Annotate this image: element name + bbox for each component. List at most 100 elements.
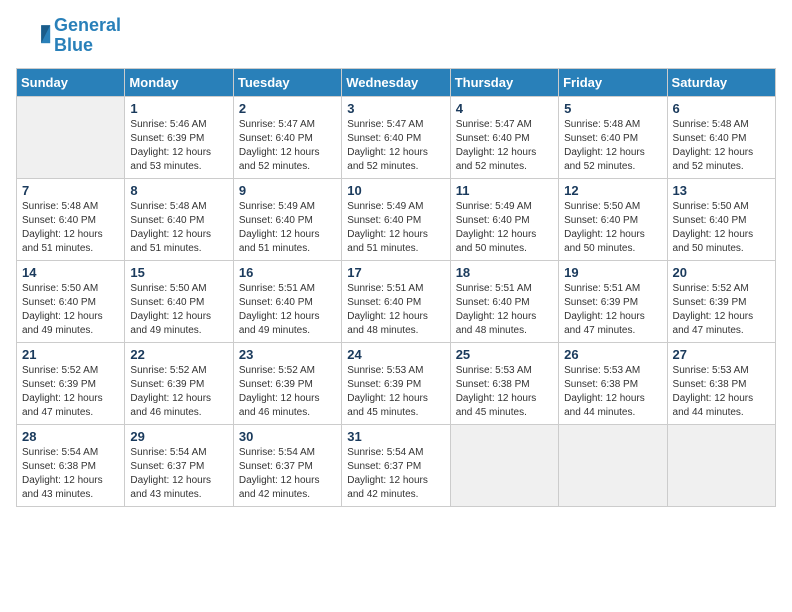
cell-details: Sunrise: 5:51 AMSunset: 6:40 PMDaylight:… [239, 282, 336, 338]
calendar-cell: 15Sunrise: 5:50 AMSunset: 6:40 PMDayligh… [125, 260, 233, 342]
calendar-cell: 3 Sunrise: 5:47 AMSunset: 6:40 PMDaylight… [342, 96, 450, 178]
day-number: 6 [673, 101, 770, 116]
header-saturday: Saturday [667, 68, 775, 96]
calendar-cell: 31 Sunrise: 5:54 AMSunset: 6:37 PMDayligh… [342, 424, 450, 506]
calendar-cell: 4 Sunrise: 5:47 AMSunset: 6:40 PMDaylight… [450, 96, 558, 178]
cell-details: Sunrise: 5:48 AMSunset: 6:40 PMDaylight:… [22, 200, 119, 256]
header-sunday: Sunday [17, 68, 125, 96]
calendar-cell: 27 Sunrise: 5:53 AMSunset: 6:38 PMDayligh… [667, 342, 775, 424]
calendar-cell: 19 Sunrise: 5:51 AMSunset: 6:39 PMDayligh… [559, 260, 667, 342]
day-number: 9 [239, 183, 336, 198]
day-number: 10 [347, 183, 444, 198]
cell-details: Sunrise: 5:50 AMSunset: 6:40 PMDaylight:… [673, 200, 770, 256]
header-monday: Monday [125, 68, 233, 96]
day-number: 2 [239, 101, 336, 116]
cell-details: Sunrise: 5:48 AMSunset: 6:40 PMDaylight:… [130, 200, 227, 256]
day-number: 24 [347, 347, 444, 362]
cell-details: Sunrise: 5:46 AMSunset: 6:39 PMDaylight:… [130, 118, 227, 174]
day-number: 26 [564, 347, 661, 362]
day-number: 17 [347, 265, 444, 280]
cell-details: Sunrise: 5:53 AMSunset: 6:38 PMDaylight:… [673, 364, 770, 420]
day-number: 18 [456, 265, 553, 280]
cell-details: Sunrise: 5:47 AMSunset: 6:40 PMDaylight:… [456, 118, 553, 174]
calendar-cell: 28Sunrise: 5:54 AMSunset: 6:38 PMDayligh… [17, 424, 125, 506]
day-number: 19 [564, 265, 661, 280]
day-number: 21 [22, 347, 119, 362]
cell-details: Sunrise: 5:52 AMSunset: 6:39 PMDaylight:… [673, 282, 770, 338]
cell-details: Sunrise: 5:53 AMSunset: 6:38 PMDaylight:… [564, 364, 661, 420]
week-row-5: 28Sunrise: 5:54 AMSunset: 6:38 PMDayligh… [17, 424, 776, 506]
calendar-cell [450, 424, 558, 506]
day-number: 22 [130, 347, 227, 362]
calendar-cell: 30 Sunrise: 5:54 AMSunset: 6:37 PMDayligh… [233, 424, 341, 506]
day-number: 12 [564, 183, 661, 198]
calendar-cell: 8 Sunrise: 5:48 AMSunset: 6:40 PMDaylight… [125, 178, 233, 260]
cell-details: Sunrise: 5:52 AMSunset: 6:39 PMDaylight:… [130, 364, 227, 420]
days-header-row: SundayMondayTuesdayWednesdayThursdayFrid… [17, 68, 776, 96]
calendar-cell: 5 Sunrise: 5:48 AMSunset: 6:40 PMDaylight… [559, 96, 667, 178]
cell-details: Sunrise: 5:50 AMSunset: 6:40 PMDaylight:… [564, 200, 661, 256]
day-number: 23 [239, 347, 336, 362]
calendar-cell: 2 Sunrise: 5:47 AMSunset: 6:40 PMDaylight… [233, 96, 341, 178]
calendar-cell: 9 Sunrise: 5:49 AMSunset: 6:40 PMDaylight… [233, 178, 341, 260]
calendar-cell: 29Sunrise: 5:54 AMSunset: 6:37 PMDayligh… [125, 424, 233, 506]
calendar-cell: 18 Sunrise: 5:51 AMSunset: 6:40 PMDayligh… [450, 260, 558, 342]
cell-details: Sunrise: 5:54 AMSunset: 6:37 PMDaylight:… [347, 446, 444, 502]
day-number: 31 [347, 429, 444, 444]
logo-icon [16, 18, 52, 54]
week-row-2: 7 Sunrise: 5:48 AMSunset: 6:40 PMDaylight… [17, 178, 776, 260]
calendar-cell: 12 Sunrise: 5:50 AMSunset: 6:40 PMDayligh… [559, 178, 667, 260]
cell-details: Sunrise: 5:51 AMSunset: 6:40 PMDaylight:… [456, 282, 553, 338]
day-number: 7 [22, 183, 119, 198]
cell-details: Sunrise: 5:51 AMSunset: 6:39 PMDaylight:… [564, 282, 661, 338]
cell-details: Sunrise: 5:49 AMSunset: 6:40 PMDaylight:… [239, 200, 336, 256]
calendar-cell: 10 Sunrise: 5:49 AMSunset: 6:40 PMDayligh… [342, 178, 450, 260]
cell-details: Sunrise: 5:52 AMSunset: 6:39 PMDaylight:… [239, 364, 336, 420]
cell-details: Sunrise: 5:48 AMSunset: 6:40 PMDaylight:… [673, 118, 770, 174]
day-number: 3 [347, 101, 444, 116]
logo-text: General Blue [54, 16, 121, 56]
day-number: 13 [673, 183, 770, 198]
day-number: 27 [673, 347, 770, 362]
day-number: 5 [564, 101, 661, 116]
cell-details: Sunrise: 5:51 AMSunset: 6:40 PMDaylight:… [347, 282, 444, 338]
calendar-cell [667, 424, 775, 506]
day-number: 29 [130, 429, 227, 444]
day-number: 14 [22, 265, 119, 280]
cell-details: Sunrise: 5:54 AMSunset: 6:38 PMDaylight:… [22, 446, 119, 502]
calendar-cell: 26 Sunrise: 5:53 AMSunset: 6:38 PMDayligh… [559, 342, 667, 424]
calendar-cell: 23 Sunrise: 5:52 AMSunset: 6:39 PMDayligh… [233, 342, 341, 424]
day-number: 11 [456, 183, 553, 198]
day-number: 20 [673, 265, 770, 280]
day-number: 8 [130, 183, 227, 198]
week-row-3: 14 Sunrise: 5:50 AMSunset: 6:40 PMDayligh… [17, 260, 776, 342]
cell-details: Sunrise: 5:47 AMSunset: 6:40 PMDaylight:… [347, 118, 444, 174]
cell-details: Sunrise: 5:50 AMSunset: 6:40 PMDaylight:… [130, 282, 227, 338]
week-row-1: 1Sunrise: 5:46 AMSunset: 6:39 PMDaylight… [17, 96, 776, 178]
cell-details: Sunrise: 5:50 AMSunset: 6:40 PMDaylight:… [22, 282, 119, 338]
day-number: 4 [456, 101, 553, 116]
calendar-cell [559, 424, 667, 506]
calendar-cell: 20 Sunrise: 5:52 AMSunset: 6:39 PMDayligh… [667, 260, 775, 342]
cell-details: Sunrise: 5:49 AMSunset: 6:40 PMDaylight:… [347, 200, 444, 256]
cell-details: Sunrise: 5:52 AMSunset: 6:39 PMDaylight:… [22, 364, 119, 420]
calendar-cell: 11 Sunrise: 5:49 AMSunset: 6:40 PMDayligh… [450, 178, 558, 260]
calendar-cell: 6 Sunrise: 5:48 AMSunset: 6:40 PMDaylight… [667, 96, 775, 178]
calendar-cell [17, 96, 125, 178]
day-number: 30 [239, 429, 336, 444]
calendar-cell: 7 Sunrise: 5:48 AMSunset: 6:40 PMDaylight… [17, 178, 125, 260]
day-number: 25 [456, 347, 553, 362]
page-header: General Blue [16, 16, 776, 56]
calendar-cell: 16Sunrise: 5:51 AMSunset: 6:40 PMDayligh… [233, 260, 341, 342]
header-thursday: Thursday [450, 68, 558, 96]
cell-details: Sunrise: 5:47 AMSunset: 6:40 PMDaylight:… [239, 118, 336, 174]
cell-details: Sunrise: 5:49 AMSunset: 6:40 PMDaylight:… [456, 200, 553, 256]
cell-details: Sunrise: 5:48 AMSunset: 6:40 PMDaylight:… [564, 118, 661, 174]
calendar-table: SundayMondayTuesdayWednesdayThursdayFrid… [16, 68, 776, 507]
cell-details: Sunrise: 5:54 AMSunset: 6:37 PMDaylight:… [239, 446, 336, 502]
calendar-cell: 17 Sunrise: 5:51 AMSunset: 6:40 PMDayligh… [342, 260, 450, 342]
calendar-cell: 24Sunrise: 5:53 AMSunset: 6:39 PMDayligh… [342, 342, 450, 424]
calendar-cell: 13 Sunrise: 5:50 AMSunset: 6:40 PMDayligh… [667, 178, 775, 260]
header-tuesday: Tuesday [233, 68, 341, 96]
header-friday: Friday [559, 68, 667, 96]
